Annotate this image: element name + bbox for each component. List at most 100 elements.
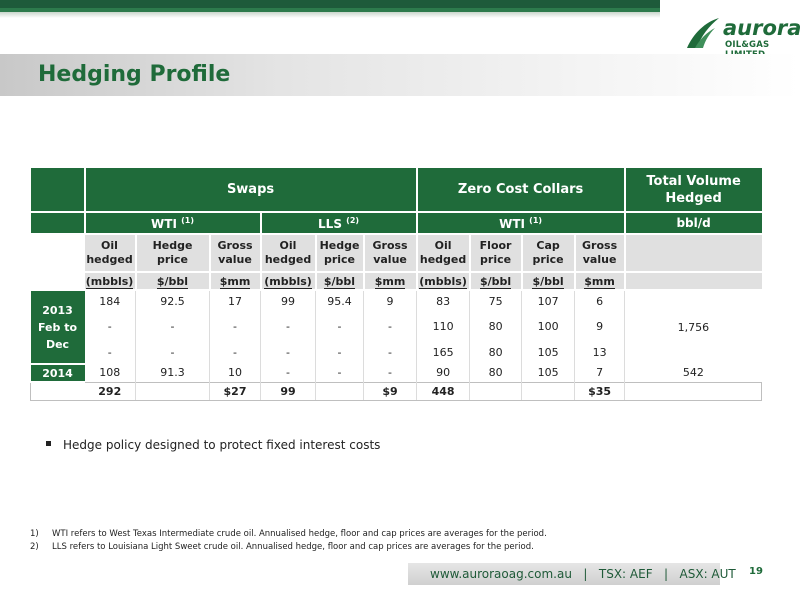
unit-label: (mbbls)	[416, 272, 471, 291]
total-cell: $9	[363, 381, 418, 401]
total-cell: 99	[260, 381, 316, 401]
col-header: Floor price	[469, 234, 523, 273]
unit-label: $/bbl	[521, 272, 576, 291]
col-header: Hedge price	[315, 234, 365, 273]
table-cell: 92.5	[135, 290, 210, 312]
bullet-square-icon	[46, 441, 51, 446]
table-cell: 13	[574, 340, 626, 364]
table-cell: 99	[260, 290, 316, 312]
subgroup-wti-swaps: WTI (1)	[84, 212, 262, 235]
table-cell: -	[260, 312, 316, 340]
table-cell: 100	[521, 312, 576, 340]
unit-label: $mm	[209, 272, 262, 291]
row-label-2013: 2013 Feb to Dec	[30, 290, 85, 365]
unit-label: $/bbl	[469, 272, 523, 291]
table-cell: 10	[209, 364, 261, 382]
total-volume-2013: 1,756	[677, 321, 710, 334]
table-cell: 80	[469, 312, 523, 340]
total-cell	[135, 381, 210, 401]
table-row: 2014 108 91.3 10 - - - 90 80 105 7 542	[30, 364, 762, 383]
bullet-point: Hedge policy designed to protect fixed i…	[46, 438, 380, 452]
blank-cell	[30, 272, 85, 291]
row-label-2014: 2014	[30, 364, 85, 383]
table-cell: -	[363, 364, 418, 382]
table-cell: 91.3	[135, 364, 210, 382]
total-cell: 448	[416, 381, 471, 401]
unit-label: $/bbl	[135, 272, 211, 291]
table-cell: 9	[363, 290, 418, 312]
table-cell: -	[315, 340, 364, 364]
table-cell: 110	[416, 312, 471, 340]
table-cell: 184	[84, 290, 136, 312]
total-cell: 292	[84, 381, 136, 401]
table-cell: 9	[574, 312, 626, 340]
subgroup-bbl-d: bbl/d	[624, 212, 762, 235]
top-decorative-band	[0, 0, 660, 18]
unit-label: (mbbls)	[84, 272, 137, 291]
table-cell: 105	[521, 364, 576, 382]
page-number: 19	[749, 566, 763, 577]
table-cell: -	[84, 340, 136, 364]
unit-label: (mbbls)	[260, 272, 317, 291]
footer-links: www.auroraoag.com.au | TSX: AEF | ASX: A…	[430, 567, 736, 581]
col-header: Gross value	[574, 234, 626, 273]
table-cell: -	[363, 340, 418, 364]
table-cell: 80	[469, 364, 523, 382]
table-cell: -	[84, 312, 136, 340]
total-cell: $27	[209, 381, 261, 401]
table-cell: 17	[209, 290, 261, 312]
table-cell: -	[209, 340, 261, 364]
table-cell: -	[260, 364, 316, 382]
blank-cell	[30, 234, 85, 273]
table-cell: 80	[469, 340, 523, 364]
col-header: Gross value	[363, 234, 418, 273]
logo-wordmark: aurora	[723, 16, 800, 40]
total-cell	[469, 381, 523, 401]
table-cell: -	[315, 312, 364, 340]
unit-label: $mm	[574, 272, 626, 291]
total-cell	[315, 381, 364, 401]
group-zero-cost-collars: Zero Cost Collars	[416, 168, 626, 213]
table-cell: -	[209, 312, 261, 340]
table-cell: -	[135, 340, 210, 364]
table-cell: -	[135, 312, 210, 340]
col-header-blank	[624, 234, 762, 273]
blank-corner-2	[30, 212, 86, 235]
table-row: 2013 Feb to Dec 184 92.5 17 99 95.4 9 83…	[30, 290, 762, 365]
table-cell: 165	[416, 340, 471, 364]
col-header: Hedge price	[135, 234, 211, 273]
group-swaps: Swaps	[84, 168, 418, 213]
page-title: Hedging Profile	[38, 62, 231, 87]
table-cell: 90	[416, 364, 471, 382]
hedging-table: Swaps Zero Cost Collars Total Volume Hed…	[30, 168, 763, 401]
totals-label-blank	[30, 381, 85, 401]
aurora-swoosh-icon	[687, 18, 719, 48]
table-cell: 95.4	[315, 290, 364, 312]
unit-label: $/bbl	[315, 272, 365, 291]
table-cell: 7	[574, 364, 626, 382]
table-cell: -	[315, 364, 364, 382]
subgroup-lls: LLS (2)	[260, 212, 418, 235]
unit-label: $mm	[363, 272, 418, 291]
table-cell: 107	[521, 290, 576, 312]
total-cell-volume	[624, 381, 763, 401]
col-header: Cap price	[521, 234, 576, 273]
table-cell: 75	[469, 290, 523, 312]
table-cell: -	[260, 340, 316, 364]
total-volume-2014: 542	[682, 366, 704, 380]
footnote-1: 1) WTI refers to West Texas Intermediate …	[30, 529, 547, 539]
subgroup-wti-collars: WTI (1)	[416, 212, 626, 235]
totals-row: 292 $27 99 $9 448 $35	[30, 381, 763, 401]
table-cell: 108	[84, 364, 136, 382]
company-logo: aurora OIL&GAS LIMITED	[685, 16, 800, 60]
col-header: Oil hedged	[416, 234, 471, 273]
table-cell: 83	[416, 290, 471, 312]
unit-label-blank	[624, 272, 762, 291]
table-cell: 6	[574, 290, 626, 312]
col-header: Oil hedged	[84, 234, 137, 273]
footnote-2: 2) LLS refers to Louisiana Light Sweet cr…	[30, 542, 534, 552]
total-cell	[521, 381, 576, 401]
blank-corner	[30, 168, 86, 213]
group-total-volume: Total Volume Hedged	[624, 168, 762, 213]
table-cell: -	[363, 312, 418, 340]
